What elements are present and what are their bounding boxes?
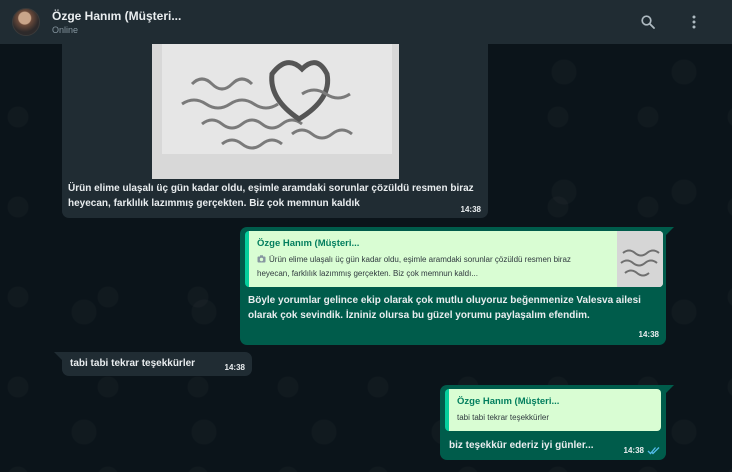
photo-attachment[interactable] xyxy=(152,44,399,179)
jewelry-photo xyxy=(152,44,399,179)
quoted-thumbnail xyxy=(617,231,663,287)
contact-name: Özge Hanım (Müşteri... xyxy=(52,8,182,23)
camera-icon xyxy=(257,254,266,267)
message-bubble-outgoing[interactable]: Özge Hanım (Müşteri... tabi tabi tekrar … xyxy=(440,385,674,460)
message-text: biz teşekkür ederiz iyi günler... xyxy=(449,440,594,451)
message-text: Ürün elime ulaşalı üç gün kadar oldu, eş… xyxy=(68,183,474,209)
double-check-icon xyxy=(647,446,660,458)
quoted-message[interactable]: Özge Hanım (Müşteri... tabi tabi tekrar … xyxy=(445,389,661,431)
quoted-text: Ürün elime ulaşalı üç gün kadar oldu, eş… xyxy=(257,253,602,280)
quoted-sender-name: Özge Hanım (Müşteri... xyxy=(257,238,360,249)
message-time: 14:38 xyxy=(460,205,481,214)
more-vertical-icon[interactable] xyxy=(686,14,702,30)
chat-header[interactable]: Özge Hanım (Müşteri... Online xyxy=(0,0,732,44)
quoted-text-content: tabi tabi tekrar teşekkürler xyxy=(457,413,550,422)
search-icon[interactable] xyxy=(640,14,656,30)
quoted-sender-name: Özge Hanım (Müşteri... xyxy=(457,396,560,407)
bubble-tail xyxy=(666,227,674,235)
quoted-text-content: Ürün elime ulaşalı üç gün kadar oldu, eş… xyxy=(257,255,571,278)
bubble-tail xyxy=(666,385,674,393)
message-bubble-incoming[interactable]: tabi tabi tekrar teşekkürler 14:38 xyxy=(54,352,252,376)
bubble-tail xyxy=(54,352,62,360)
message-time: 14:38 xyxy=(623,446,644,455)
message-bubble-outgoing[interactable]: Özge Hanım (Müşteri... Ürün elime ulaşal… xyxy=(240,227,674,345)
message-time: 14:38 xyxy=(224,363,245,372)
message-text: Böyle yorumlar gelince ekip olarak çok m… xyxy=(248,295,641,321)
avatar[interactable] xyxy=(12,8,40,36)
message-text: tabi tabi tekrar teşekkürler xyxy=(70,358,196,369)
contact-info[interactable]: Özge Hanım (Müşteri... Online xyxy=(52,8,181,37)
quoted-message[interactable]: Özge Hanım (Müşteri... Ürün elime ulaşal… xyxy=(245,231,663,287)
message-time: 14:38 xyxy=(638,330,659,339)
contact-status: Online xyxy=(52,24,79,35)
message-bubble-incoming[interactable]: Ürün elime ulaşalı üç gün kadar oldu, eş… xyxy=(62,30,488,218)
